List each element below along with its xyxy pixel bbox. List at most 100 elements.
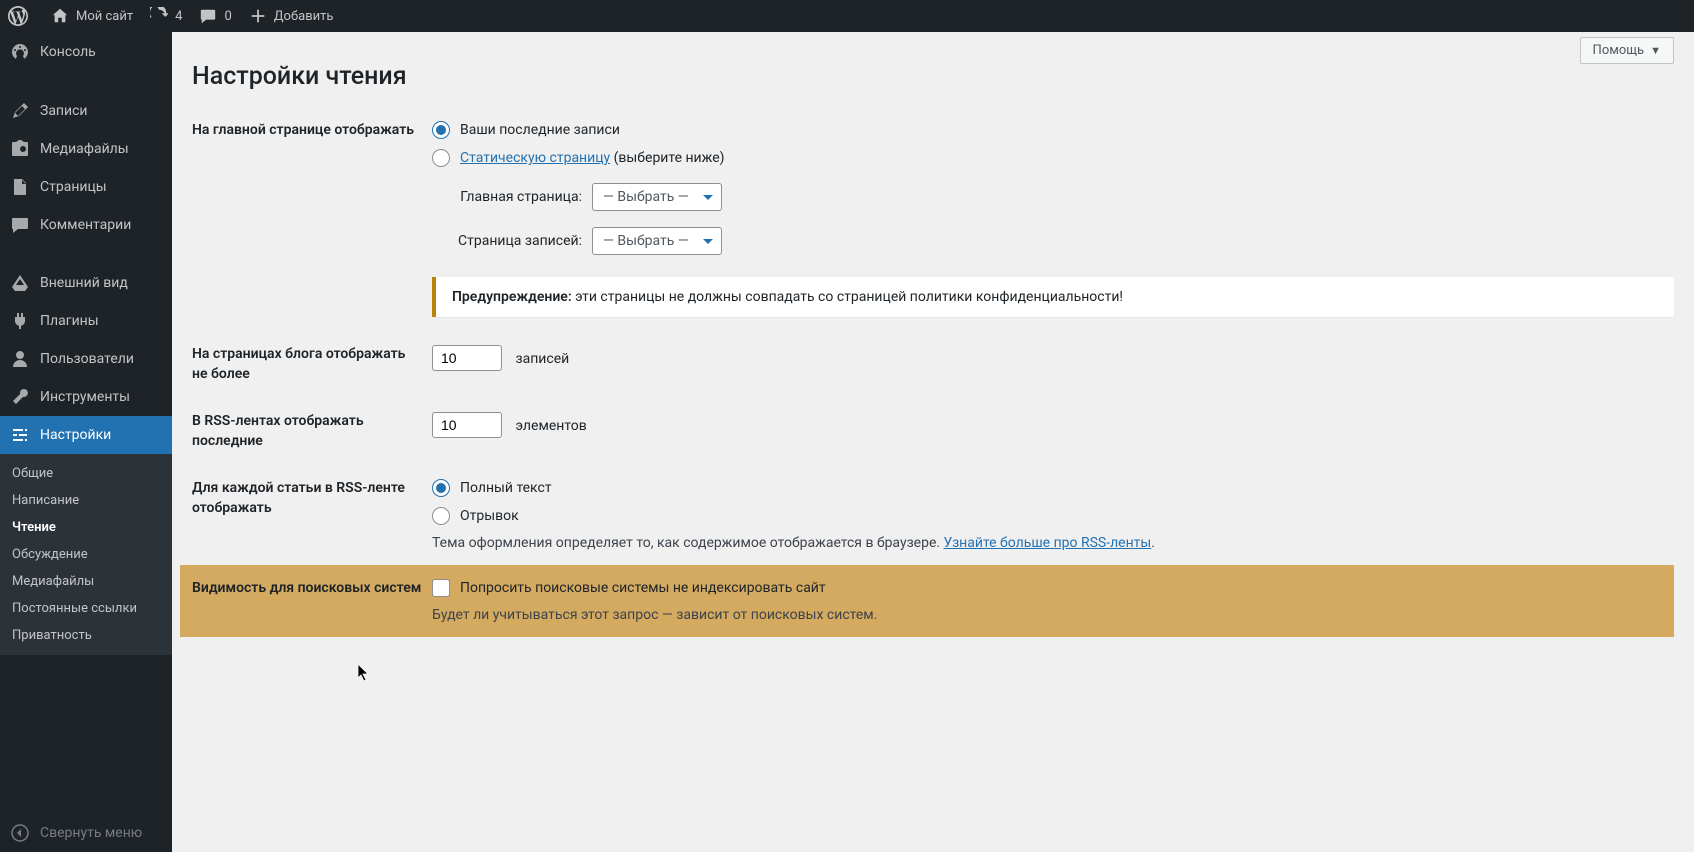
plugins-icon: [10, 311, 30, 331]
input-posts-per-page[interactable]: [432, 345, 502, 371]
tools-icon: [10, 387, 30, 407]
comments-count: 0: [224, 9, 231, 24]
home-icon: [50, 6, 70, 26]
menu-tools-label: Инструменты: [40, 389, 130, 405]
users-icon: [10, 349, 30, 369]
site-name-menu[interactable]: Мой сайт: [42, 0, 141, 32]
caret-down-icon: ▼: [1650, 44, 1661, 57]
input-rss-items[interactable]: [432, 412, 502, 438]
radio-latest-posts-label[interactable]: Ваши последние записи: [460, 122, 620, 138]
updates-menu[interactable]: 4: [141, 0, 190, 32]
rss-description: Тема оформления определяет то, как содер…: [432, 535, 1674, 551]
label-blog-pages: На страницах блога отображать не более: [192, 345, 432, 384]
menu-comments-label: Комментарии: [40, 217, 131, 233]
comment-icon: [198, 6, 218, 26]
submenu-reading[interactable]: Чтение: [0, 514, 172, 541]
help-tab[interactable]: Помощь ▼: [1580, 37, 1674, 64]
visibility-description: Будет ли учитываться этот запрос — завис…: [432, 607, 1662, 623]
row-visibility: Видимость для поисковых систем Попросить…: [180, 579, 1662, 623]
settings-icon: [10, 425, 30, 445]
menu-settings[interactable]: Настройки: [0, 416, 172, 454]
menu-pages[interactable]: Страницы: [0, 168, 172, 206]
rss-learn-more-link[interactable]: Узнайте больше про RSS-ленты: [944, 535, 1152, 551]
suffix-rss-items: элементов: [515, 418, 586, 434]
checkbox-discourage-search[interactable]: [432, 579, 450, 597]
admin-bar: Мой сайт 4 0 Добавить: [0, 0, 1694, 32]
new-content-menu[interactable]: Добавить: [240, 0, 342, 32]
plus-icon: [248, 6, 268, 26]
static-page-link[interactable]: Статическую страницу: [460, 150, 610, 166]
label-rss-content: Для каждой статьи в RSS-ленте отображать: [192, 479, 432, 518]
menu-appearance-label: Внешний вид: [40, 275, 128, 291]
submenu-general[interactable]: Общие: [0, 460, 172, 487]
main-content: Помощь ▼ Настройки чтения На главной стр…: [172, 32, 1694, 852]
menu-media[interactable]: Медиафайлы: [0, 130, 172, 168]
warning-text: эти страницы не должны совпадать со стра…: [572, 289, 1123, 305]
help-label: Помощь: [1593, 43, 1645, 58]
menu-dashboard-label: Консоль: [40, 44, 96, 60]
menu-users-label: Пользователи: [40, 351, 134, 367]
suffix-posts-per-page: записей: [515, 351, 569, 367]
menu-plugins-label: Плагины: [40, 313, 99, 329]
menu-posts[interactable]: Записи: [0, 92, 172, 130]
menu-plugins[interactable]: Плагины: [0, 302, 172, 340]
menu-posts-label: Записи: [40, 103, 88, 119]
radio-static-page[interactable]: [432, 149, 450, 167]
updates-count: 4: [175, 9, 182, 24]
label-visibility: Видимость для поисковых систем: [192, 579, 432, 599]
label-posts-page: Страница записей:: [452, 233, 592, 249]
warning-prefix: Предупреждение:: [452, 289, 572, 305]
menu-settings-label: Настройки: [40, 427, 111, 443]
menu-appearance[interactable]: Внешний вид: [0, 264, 172, 302]
radio-static-page-label[interactable]: Статическую страницу (выберите ниже): [460, 150, 725, 166]
appearance-icon: [10, 273, 30, 293]
label-home-page: Главная страница:: [452, 189, 592, 205]
static-page-suffix: (выберите ниже): [610, 150, 724, 166]
label-front-page: На главной странице отображать: [192, 121, 432, 141]
dashboard-icon: [10, 42, 30, 62]
radio-full-text-label[interactable]: Полный текст: [460, 480, 552, 496]
rss-desc-suffix: .: [1151, 535, 1155, 551]
menu-tools[interactable]: Инструменты: [0, 378, 172, 416]
wordpress-icon: [8, 6, 28, 26]
menu-dashboard[interactable]: Консоль: [0, 32, 172, 72]
menu-media-label: Медиафайлы: [40, 141, 129, 157]
submenu-discussion[interactable]: Обсуждение: [0, 541, 172, 568]
collapse-label: Свернуть меню: [40, 825, 142, 841]
submenu-media[interactable]: Медиафайлы: [0, 568, 172, 595]
label-rss-items: В RSS-лентах отображать последние: [192, 412, 432, 451]
radio-full-text[interactable]: [432, 479, 450, 497]
pages-icon: [10, 177, 30, 197]
settings-submenu: Общие Написание Чтение Обсуждение Медиаф…: [0, 454, 172, 655]
visibility-highlight: Видимость для поисковых систем Попросить…: [180, 565, 1674, 637]
page-title: Настройки чтения: [192, 62, 1674, 91]
rss-desc-prefix: Тема оформления определяет то, как содер…: [432, 535, 944, 551]
radio-excerpt-label[interactable]: Отрывок: [460, 508, 519, 524]
comments-menu[interactable]: 0: [190, 0, 239, 32]
posts-icon: [10, 101, 30, 121]
wp-logo-menu[interactable]: [0, 0, 42, 32]
row-rss-content: Для каждой статьи в RSS-ленте отображать…: [192, 479, 1674, 551]
row-rss-items: В RSS-лентах отображать последние элемен…: [192, 412, 1674, 451]
radio-excerpt[interactable]: [432, 507, 450, 525]
admin-sidebar: Консоль Записи Медиафайлы Страницы Комме…: [0, 32, 172, 852]
row-front-page: На главной странице отображать Ваши посл…: [192, 121, 1674, 317]
media-icon: [10, 139, 30, 159]
menu-comments[interactable]: Комментарии: [0, 206, 172, 244]
submenu-privacy[interactable]: Приватность: [0, 622, 172, 649]
collapse-icon: [10, 823, 30, 843]
comments-menu-icon: [10, 215, 30, 235]
checkbox-discourage-label[interactable]: Попросить поисковые системы не индексиро…: [460, 580, 826, 596]
new-content-label: Добавить: [274, 9, 334, 24]
select-posts-page[interactable]: — Выбрать —: [592, 227, 722, 255]
menu-pages-label: Страницы: [40, 179, 107, 195]
site-name-label: Мой сайт: [76, 9, 133, 24]
collapse-menu[interactable]: Свернуть меню: [0, 814, 172, 852]
row-blog-pages: На страницах блога отображать не более з…: [192, 345, 1674, 384]
menu-users[interactable]: Пользователи: [0, 340, 172, 378]
update-icon: [149, 6, 169, 26]
submenu-permalinks[interactable]: Постоянные ссылки: [0, 595, 172, 622]
select-home-page[interactable]: — Выбрать —: [592, 183, 722, 211]
submenu-writing[interactable]: Написание: [0, 487, 172, 514]
radio-latest-posts[interactable]: [432, 121, 450, 139]
